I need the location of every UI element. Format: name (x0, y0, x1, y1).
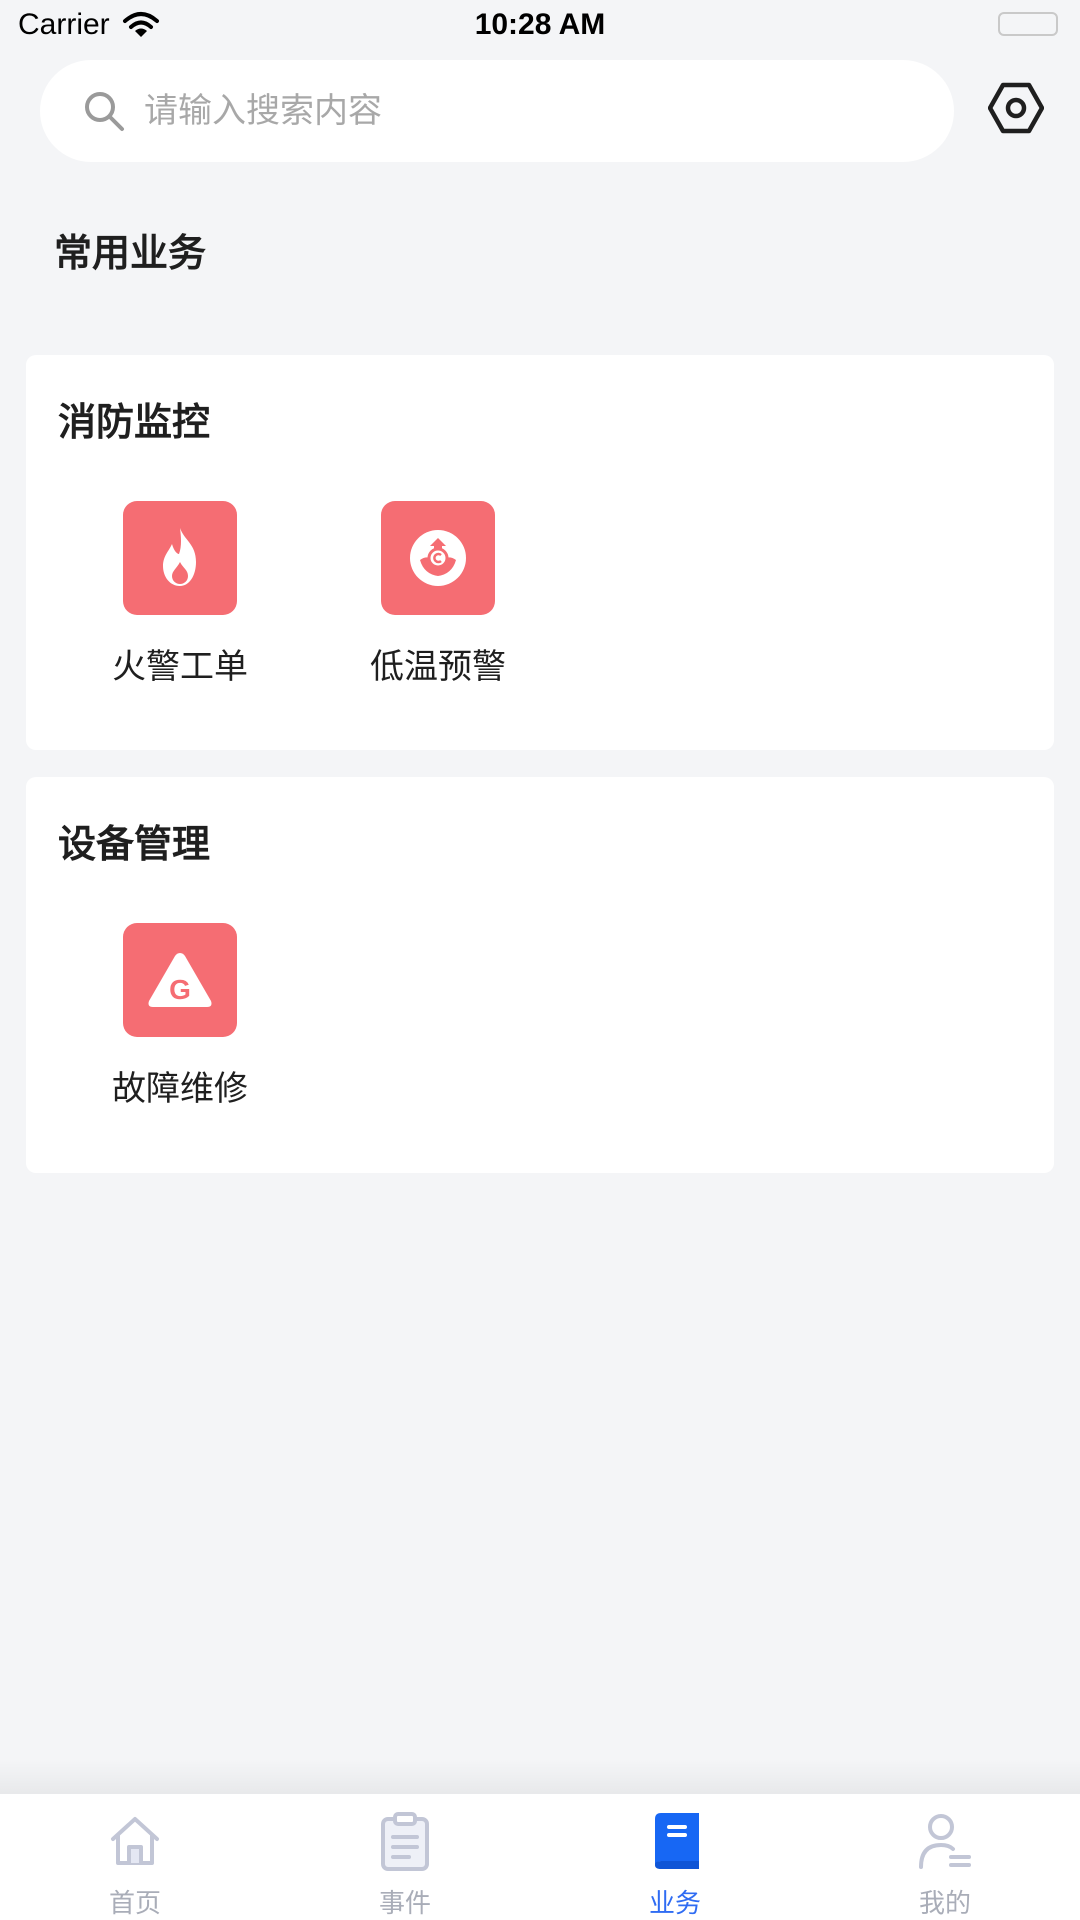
flame-icon (123, 501, 237, 615)
tabbar-shadow (0, 1760, 1080, 1794)
card-fire-monitoring: 消防监控 火警工单 低温预警 (26, 355, 1054, 750)
tile-fault-repair[interactable]: G 故障维修 (80, 923, 280, 1123)
tab-business[interactable]: 业务 (540, 1794, 810, 1920)
user-icon (914, 1810, 976, 1871)
tab-mine[interactable]: 我的 (810, 1794, 1080, 1920)
home-icon (104, 1810, 166, 1871)
search-icon (85, 92, 124, 131)
tab-events[interactable]: 事件 (270, 1794, 540, 1920)
tile-low-temp-warning[interactable]: 低温预警 (338, 501, 538, 701)
tab-label: 我的 (918, 1889, 971, 1919)
tile-label: 低温预警 (370, 647, 506, 687)
battery-icon (998, 12, 1058, 36)
search-row (0, 60, 1080, 164)
tile-label: 火警工单 (112, 647, 248, 687)
clipboard-icon (374, 1810, 436, 1871)
tab-home[interactable]: 首页 (0, 1794, 270, 1920)
search-bar[interactable] (40, 60, 954, 162)
svg-text:G: G (169, 974, 191, 1005)
low-temp-warning-icon (381, 501, 495, 615)
tile-label: 故障维修 (112, 1069, 248, 1109)
book-icon (644, 1810, 706, 1871)
warning-triangle-g-icon: G (123, 923, 237, 1037)
card-device-management: 设备管理 G 故障维修 (26, 777, 1054, 1173)
tab-label: 事件 (378, 1889, 431, 1919)
settings-button[interactable] (988, 80, 1044, 136)
business-page: Carrier 10:28 AM 常用业务 消防 (0, 0, 1080, 1920)
status-time: 10:28 AM (474, 8, 606, 41)
common-business-title: 常用业务 (54, 231, 207, 275)
tile-fire-work-order[interactable]: 火警工单 (80, 501, 280, 701)
search-input[interactable] (142, 90, 906, 132)
tab-label: 首页 (108, 1889, 161, 1919)
card-title: 设备管理 (58, 822, 211, 866)
tab-bar: 首页 事件 业务 我的 (0, 1794, 1080, 1920)
status-bar: Carrier 10:28 AM (0, 0, 1080, 54)
tab-label: 业务 (648, 1889, 701, 1919)
card-title: 消防监控 (58, 400, 211, 444)
settings-hexagon-icon (988, 82, 1044, 134)
